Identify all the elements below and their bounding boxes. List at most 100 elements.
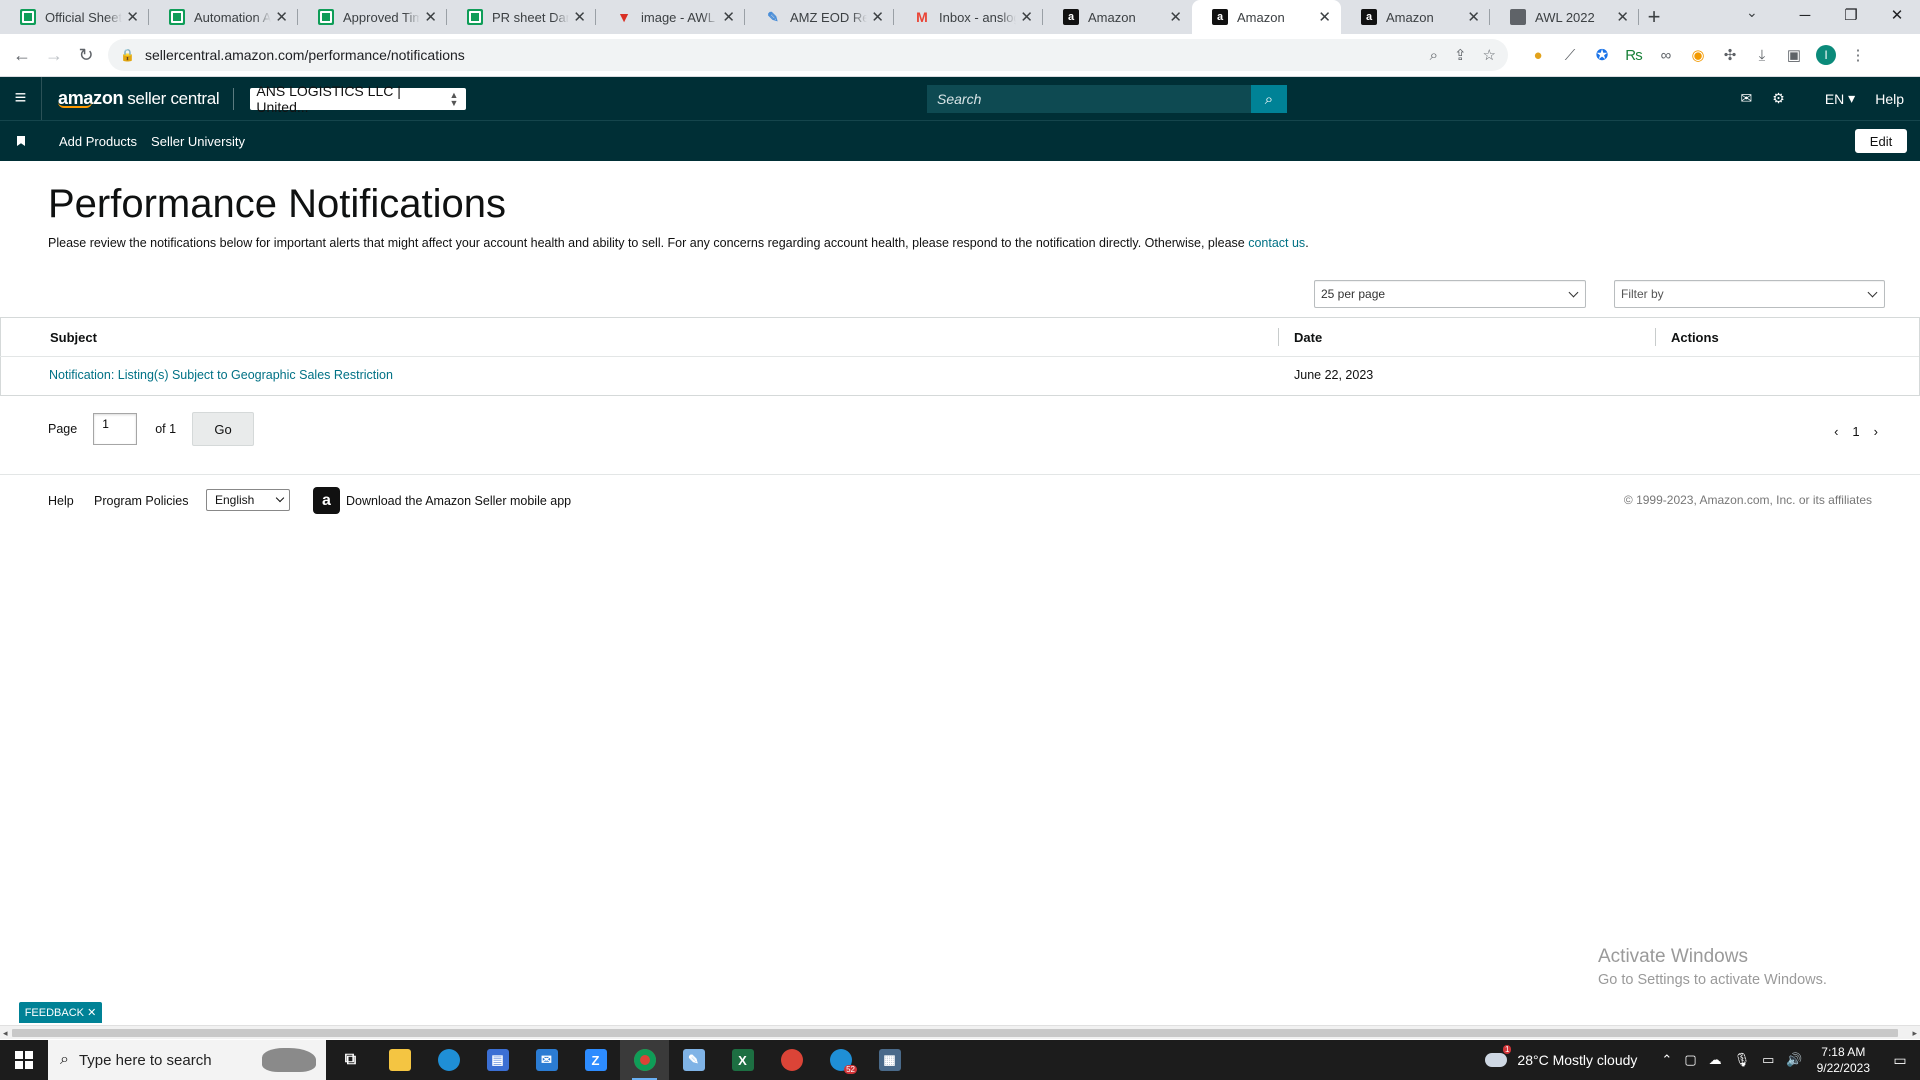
- browser-tab[interactable]: PR sheet Daniel✕: [447, 0, 596, 34]
- tab-search-chevron-icon[interactable]: ⌄: [1746, 4, 1758, 21]
- browser-tab[interactable]: ✎AMZ EOD Repo✕: [745, 0, 894, 34]
- zoom-icon[interactable]: ⌕: [1430, 47, 1438, 64]
- url-text[interactable]: sellercentral.amazon.com/performance/not…: [145, 47, 1414, 63]
- bookmark-icon[interactable]: [0, 136, 42, 146]
- forward-arrow-icon[interactable]: →: [38, 39, 70, 71]
- chevron-up-icon[interactable]: ⌃: [1661, 1052, 1672, 1068]
- browser-tab[interactable]: Official Sheet Te✕: [0, 0, 149, 34]
- language-selector[interactable]: EN ▾: [1805, 90, 1855, 107]
- lock-icon[interactable]: 🔒: [120, 48, 135, 62]
- bookmark-star-icon[interactable]: ☆: [1483, 46, 1496, 64]
- current-page[interactable]: 1: [1852, 424, 1859, 439]
- taskbar-clock[interactable]: 7:18 AM 9/22/2023: [1817, 1044, 1870, 1076]
- browser-tab[interactable]: a Amazon ✕: [1043, 0, 1192, 34]
- close-icon[interactable]: ✕: [424, 8, 437, 26]
- scroll-left-icon[interactable]: ◂: [3, 1026, 8, 1040]
- reload-icon[interactable]: ↻: [70, 39, 102, 71]
- footer-language-select[interactable]: English: [206, 489, 290, 511]
- chevron-right-icon[interactable]: ›: [1874, 424, 1878, 439]
- edit-button[interactable]: Edit: [1855, 129, 1907, 153]
- close-icon[interactable]: ✕: [275, 8, 288, 26]
- minimize-icon[interactable]: ─: [1782, 0, 1828, 30]
- excel-icon[interactable]: X: [718, 1040, 767, 1080]
- extension-icon[interactable]: ⟋: [1554, 47, 1586, 64]
- restore-icon[interactable]: ❐: [1828, 0, 1874, 30]
- hamburger-menu-icon[interactable]: ≡: [0, 77, 42, 120]
- horizontal-scrollbar[interactable]: ◂ ▸: [0, 1025, 1920, 1039]
- volume-icon[interactable]: 🔊: [1786, 1052, 1802, 1068]
- account-switcher[interactable]: ANS LOGISTICS LLC | United... ▲ ▼: [250, 83, 467, 115]
- window-close-icon[interactable]: ✕: [1874, 0, 1920, 30]
- col-date[interactable]: Date: [1294, 330, 1322, 345]
- filter-select[interactable]: Filter by: [1614, 280, 1885, 308]
- store-icon[interactable]: ▤: [473, 1040, 522, 1080]
- scroll-right-icon[interactable]: ▸: [1912, 1026, 1917, 1040]
- download-app-link[interactable]: Download the Amazon Seller mobile app: [346, 494, 571, 508]
- close-icon[interactable]: ✕: [573, 8, 586, 26]
- edge-notification-icon[interactable]: 52: [816, 1040, 865, 1080]
- browser-tab[interactable]: Automation Anc✕: [149, 0, 298, 34]
- back-arrow-icon[interactable]: ←: [6, 39, 38, 71]
- kebab-menu-icon[interactable]: ⋮: [1842, 46, 1874, 64]
- zoom-app-icon[interactable]: Z: [571, 1040, 620, 1080]
- browser-tab[interactable]: ▼image - AWL LA✕: [596, 0, 745, 34]
- side-panel-icon[interactable]: ▣: [1778, 46, 1810, 64]
- close-icon[interactable]: ✕: [126, 8, 139, 26]
- weather-widget[interactable]: 28°C Mostly cloudy: [1485, 1045, 1637, 1068]
- close-icon[interactable]: ✕: [1616, 8, 1629, 26]
- page-number-input[interactable]: [93, 413, 138, 445]
- taskbar-search[interactable]: ⌕ Type here to search: [48, 1040, 326, 1080]
- calculator-icon[interactable]: ▦: [865, 1040, 914, 1080]
- nav-add-products[interactable]: Add Products: [59, 134, 137, 149]
- feedback-button[interactable]: FEEDBACK ✕: [19, 1002, 102, 1023]
- help-link[interactable]: Help: [1875, 91, 1904, 107]
- task-view-icon[interactable]: ⧉: [326, 1040, 375, 1080]
- mail-icon[interactable]: ✉: [1741, 90, 1753, 107]
- extension-icon[interactable]: ◉: [1682, 46, 1714, 64]
- browser-tab[interactable]: AWL 2022 ✕: [1490, 0, 1639, 34]
- address-bar[interactable]: 🔒 sellercentral.amazon.com/performance/n…: [108, 39, 1508, 71]
- gear-icon[interactable]: ⚙: [1772, 90, 1785, 107]
- seller-central-logo[interactable]: amazon seller central: [58, 88, 220, 109]
- edge-icon[interactable]: [424, 1040, 473, 1080]
- close-icon[interactable]: ✕: [871, 8, 884, 26]
- chevron-left-icon[interactable]: ‹: [1834, 424, 1838, 439]
- seller-app-icon[interactable]: a: [313, 487, 340, 514]
- browser-tab[interactable]: Approved Time✕: [298, 0, 447, 34]
- browser-tab-active[interactable]: a Amazon ✕: [1192, 0, 1341, 34]
- file-explorer-icon[interactable]: [375, 1040, 424, 1080]
- close-icon[interactable]: ✕: [87, 1006, 96, 1019]
- extension-icon[interactable]: ₨: [1618, 47, 1650, 64]
- new-tab-button[interactable]: +: [1639, 0, 1669, 34]
- close-icon[interactable]: ✕: [1020, 8, 1033, 26]
- nav-seller-university[interactable]: Seller University: [151, 134, 245, 149]
- scrollbar-thumb[interactable]: [12, 1029, 1898, 1037]
- close-icon[interactable]: ✕: [722, 8, 735, 26]
- puzzle-icon[interactable]: ✣: [1714, 46, 1746, 64]
- cloud-sync-icon[interactable]: ☁: [1709, 1052, 1722, 1068]
- close-icon[interactable]: ✕: [1467, 8, 1480, 26]
- download-icon[interactable]: ⤓: [1746, 47, 1778, 64]
- notification-link[interactable]: Notification: Listing(s) Subject to Geog…: [49, 368, 393, 382]
- browser-tab[interactable]: a Amazon ✕: [1341, 0, 1490, 34]
- go-button[interactable]: Go: [192, 412, 255, 446]
- profile-avatar[interactable]: I: [1816, 45, 1836, 65]
- chrome-profile-icon[interactable]: [767, 1040, 816, 1080]
- mail-app-icon[interactable]: ✉: [522, 1040, 571, 1080]
- search-icon[interactable]: ⌕: [1251, 85, 1287, 113]
- windows-start-icon[interactable]: [0, 1040, 48, 1080]
- microphone-icon[interactable]: 🎙: [1734, 1052, 1751, 1068]
- per-page-select[interactable]: 25 per page: [1314, 280, 1586, 308]
- close-icon[interactable]: ✕: [1169, 8, 1182, 26]
- notification-icon[interactable]: ▭: [1880, 1052, 1920, 1069]
- col-subject[interactable]: Subject: [50, 330, 97, 345]
- contact-us-link[interactable]: contact us: [1248, 236, 1305, 250]
- browser-tab[interactable]: MInbox - anslogis✕: [894, 0, 1043, 34]
- close-icon[interactable]: ✕: [1318, 8, 1331, 26]
- network-icon[interactable]: ▭: [1762, 1052, 1774, 1068]
- chrome-icon[interactable]: [620, 1040, 669, 1080]
- footer-help-link[interactable]: Help: [48, 494, 74, 508]
- extension-icon[interactable]: ●: [1522, 47, 1554, 64]
- search-input[interactable]: [927, 85, 1251, 113]
- share-icon[interactable]: ⇪: [1454, 46, 1467, 64]
